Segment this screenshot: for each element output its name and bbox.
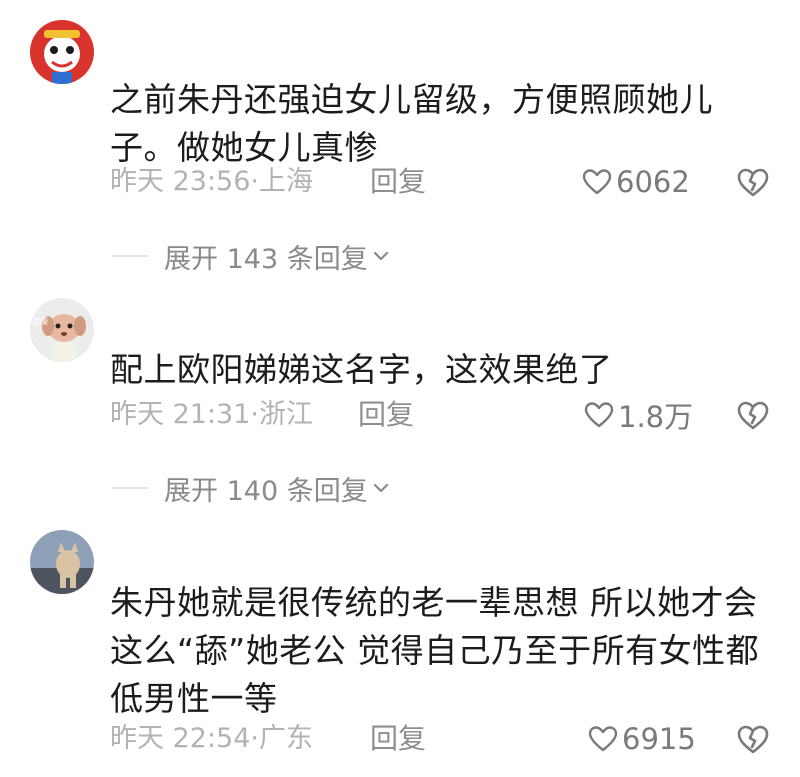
comment-location: 上海 — [259, 166, 313, 197]
comment-time: 昨天 22:54 — [110, 723, 251, 754]
comment-time: 昨天 21:31 — [110, 399, 251, 430]
like-count: 6915 — [622, 722, 696, 756]
reply-button[interactable]: 回复 — [370, 719, 426, 759]
heart-outline-icon — [584, 402, 614, 428]
comment-location: 广东 — [259, 723, 313, 754]
comment-time: 昨天 23:56 — [110, 166, 251, 197]
broken-heart-icon[interactable] — [736, 398, 770, 432]
expand-replies-button[interactable]: 展开 140 条回复 — [112, 468, 390, 508]
expand-replies-button[interactable]: 展开 143 条回复 — [112, 236, 390, 276]
reply-button[interactable]: 回复 — [370, 162, 426, 202]
puppy-toy-avatar-icon: 泥嚎 — [30, 298, 94, 362]
expand-replies-label: 展开 140 条回复 — [164, 475, 368, 507]
broken-heart-icon[interactable] — [736, 165, 770, 199]
comment-list: 之前朱丹还强迫女儿留级，方便照顾她儿子。做她女儿真惨 昨天 23:56·上海 回… — [0, 0, 800, 777]
divider — [112, 487, 148, 489]
chevron-down-icon — [373, 251, 388, 261]
user-avatar-2[interactable]: 泥嚎 — [30, 298, 94, 362]
broken-heart-icon[interactable] — [736, 722, 770, 756]
like-button[interactable]: 1.8万 — [584, 395, 693, 435]
comment-meta: 昨天 21:31·浙江 — [110, 399, 313, 430]
expand-replies-label: 展开 143 条回复 — [164, 243, 368, 275]
reply-button[interactable]: 回复 — [358, 395, 414, 435]
comment-meta: 昨天 22:54·广东 — [110, 723, 313, 754]
comment-meta: 昨天 23:56·上海 — [110, 166, 313, 197]
avatar-badge-text: 泥嚎 — [32, 316, 48, 326]
like-count: 6062 — [616, 165, 690, 199]
comment-text: 配上欧阳娣娣这名字，这效果绝了 — [110, 350, 613, 389]
comment-location: 浙江 — [259, 399, 313, 430]
user-avatar-3[interactable] — [30, 530, 94, 594]
divider — [112, 255, 148, 257]
cat-photo-avatar-icon — [30, 530, 94, 594]
comment-text: 之前朱丹还强迫女儿留级，方便照顾她儿子。做她女儿真惨 — [110, 80, 713, 167]
like-count: 1.8万 — [618, 400, 694, 434]
heart-outline-icon — [582, 169, 612, 195]
user-avatar-1[interactable] — [30, 20, 94, 84]
heart-outline-icon — [588, 726, 618, 752]
chevron-down-icon — [373, 483, 388, 493]
like-button[interactable]: 6062 — [582, 162, 690, 202]
comment-text: 朱丹她就是很传统的老一辈思想 所以她才会这么“舔”她老公 觉得自己乃至于所有女性… — [110, 583, 760, 718]
like-button[interactable]: 6915 — [588, 719, 696, 759]
lion-dance-avatar-icon — [30, 20, 94, 84]
